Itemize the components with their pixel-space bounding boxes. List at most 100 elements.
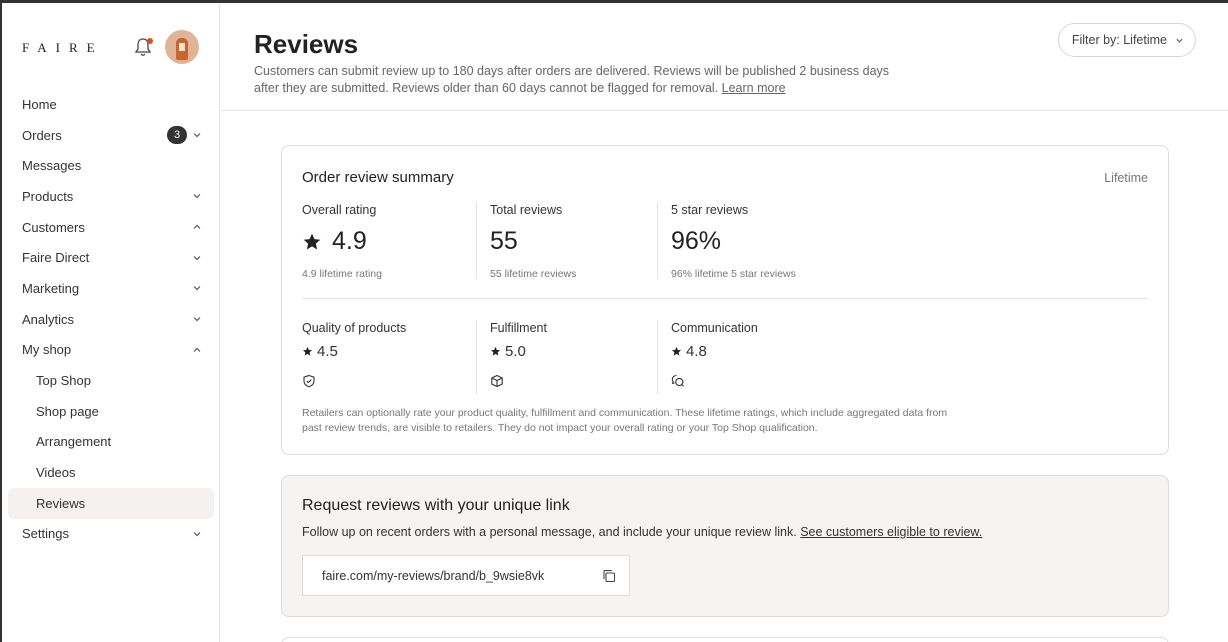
- stat-value: 96%: [671, 227, 722, 255]
- page-description: Customers can submit review up to 180 da…: [254, 63, 894, 97]
- notification-dot: [147, 38, 153, 44]
- orders-count-badge: 3: [167, 126, 187, 145]
- sidebar-item-faire-direct[interactable]: Faire Direct: [8, 242, 214, 273]
- sidebar-item-label: Top Shop: [36, 373, 91, 389]
- review-link-field[interactable]: faire.com/my-reviews/brand/b_9wsie8vk: [302, 555, 630, 596]
- subrating-value: 4.8: [671, 343, 758, 360]
- star-icon: [303, 233, 321, 249]
- summary-title: Order review summary: [302, 169, 454, 186]
- overall-rating-value: 4.9: [332, 227, 367, 255]
- eligible-customers-link[interactable]: See customers eligible to review.: [800, 525, 982, 539]
- sidebar-item-label: My shop: [22, 342, 72, 358]
- shield-check-icon: [303, 374, 315, 388]
- box-icon: [491, 374, 503, 388]
- request-reviews-card: Request reviews with your unique link Fo…: [281, 475, 1169, 617]
- sidebar-item-settings[interactable]: Settings: [8, 519, 214, 550]
- summary-period: Lifetime: [1104, 171, 1148, 185]
- sidebar-item-my-shop[interactable]: My shop: [8, 335, 214, 366]
- divider: [476, 203, 477, 279]
- main-content: Order review summary Lifetime Overall ra…: [221, 112, 1228, 642]
- quality-value: 4.5: [317, 343, 338, 360]
- sidebar-item-reviews[interactable]: Reviews: [8, 487, 214, 519]
- communication-value: 4.8: [686, 343, 707, 360]
- chevron-down-icon[interactable]: [192, 314, 202, 324]
- sidebar-item-label: Marketing: [22, 280, 80, 296]
- stat-label: Overall rating: [302, 203, 377, 217]
- quality-rating: Quality of products 4.5: [302, 321, 406, 393]
- chevron-down-icon[interactable]: [192, 253, 202, 263]
- subrating-value: 5.0: [490, 343, 547, 360]
- divider: [657, 203, 658, 279]
- divider: [476, 320, 477, 394]
- stat-value: 4.9: [302, 227, 382, 256]
- sidebar-item-label: Shop page: [36, 403, 99, 419]
- star-icon: [671, 346, 682, 356]
- stat-sub: 55 lifetime reviews: [490, 268, 577, 280]
- sidebar-item-label: Messages: [22, 158, 82, 174]
- sidebar-item-label: Settings: [22, 526, 69, 542]
- chevron-down-icon[interactable]: [192, 529, 202, 539]
- request-description-text: Follow up on recent orders with a person…: [302, 525, 797, 539]
- star-icon: [490, 346, 501, 356]
- chevron-up-icon[interactable]: [192, 222, 202, 232]
- page-title: Reviews: [254, 29, 359, 59]
- fulfillment-rating: Fulfillment 5.0: [490, 321, 547, 393]
- request-title: Request reviews with your unique link: [302, 497, 570, 514]
- sidebar-item-shop-page[interactable]: Shop page: [8, 396, 214, 427]
- sidebar-item-label: Reviews: [36, 495, 86, 511]
- stat-sub: 4.9 lifetime rating: [302, 268, 382, 280]
- filter-dropdown[interactable]: Filter by: Lifetime: [1057, 23, 1196, 57]
- learn-more-link[interactable]: Learn more: [722, 81, 786, 95]
- chevron-down-icon: [1176, 38, 1183, 43]
- subrating-label: Quality of products: [302, 321, 407, 335]
- avatar-label-shape: [179, 43, 185, 51]
- filter-dropdown-label: Filter by: Lifetime: [1071, 33, 1167, 47]
- sidebar-item-label: Videos: [36, 465, 76, 481]
- sidebar-item-label: Orders: [22, 127, 62, 143]
- overall-rating-stat: Overall rating 4.9 4.9 lifetime rating: [302, 203, 382, 280]
- sidebar-item-top-shop[interactable]: Top Shop: [8, 365, 214, 396]
- next-card: [281, 637, 1169, 642]
- sidebar-item-label: Products: [22, 188, 74, 204]
- sidebar-item-home[interactable]: Home: [8, 89, 214, 120]
- five-star-reviews-stat: 5 star reviews 96% 96% lifetime 5 star r…: [671, 203, 796, 280]
- stat-sub: 96% lifetime 5 star reviews: [671, 268, 796, 280]
- stat-label: 5 star reviews: [671, 203, 749, 217]
- chevron-down-icon[interactable]: [192, 130, 202, 140]
- sidebar-item-label: Home: [22, 96, 57, 112]
- sidebar-item-label: Customers: [22, 219, 85, 235]
- sidebar-item-label: Faire Direct: [22, 250, 90, 266]
- sidebar-item-arrangement[interactable]: Arrangement: [8, 427, 214, 458]
- subrating-label: Fulfillment: [490, 321, 547, 335]
- sidebar-item-customers[interactable]: Customers: [8, 212, 214, 243]
- sidebar-item-orders[interactable]: Orders 3: [8, 120, 214, 151]
- sidebar-item-marketing[interactable]: Marketing: [8, 273, 214, 304]
- sidebar-item-analytics[interactable]: Analytics: [8, 304, 214, 335]
- page-description-text: Customers can submit review up to 180 da…: [254, 64, 890, 95]
- sidebar-item-label: Analytics: [22, 311, 75, 327]
- copy-icon[interactable]: [602, 569, 616, 583]
- sidebar: FAIRE Home Orders 3 Messages Products Cu…: [2, 3, 220, 642]
- communication-rating: Communication 4.8: [671, 321, 758, 393]
- page-header: Reviews Customers can submit review up t…: [221, 3, 1228, 111]
- stat-value: 55: [490, 227, 518, 255]
- chevron-down-icon[interactable]: [192, 191, 202, 201]
- sidebar-item-products[interactable]: Products: [8, 181, 214, 212]
- summary-footnote: Retailers can optionally rate your produ…: [302, 407, 948, 434]
- sidebar-item-label: Arrangement: [36, 434, 112, 450]
- faire-logo[interactable]: FAIRE: [22, 40, 104, 56]
- chat-bubbles-icon: [671, 374, 684, 387]
- sidebar-nav: Home Orders 3 Messages Products Customer…: [8, 89, 214, 549]
- divider: [657, 320, 658, 394]
- sidebar-item-messages[interactable]: Messages: [8, 150, 214, 181]
- chevron-up-icon[interactable]: [192, 345, 202, 355]
- summary-divider: [302, 298, 1148, 299]
- chevron-down-icon[interactable]: [192, 283, 202, 293]
- fulfillment-value: 5.0: [505, 343, 526, 360]
- stat-label: Total reviews: [490, 203, 563, 217]
- total-reviews-stat: Total reviews 55 55 lifetime reviews: [490, 203, 576, 280]
- star-icon: [302, 346, 313, 356]
- subrating-value: 4.5: [302, 343, 406, 360]
- avatar[interactable]: [165, 30, 199, 64]
- sidebar-item-videos[interactable]: Videos: [8, 457, 214, 488]
